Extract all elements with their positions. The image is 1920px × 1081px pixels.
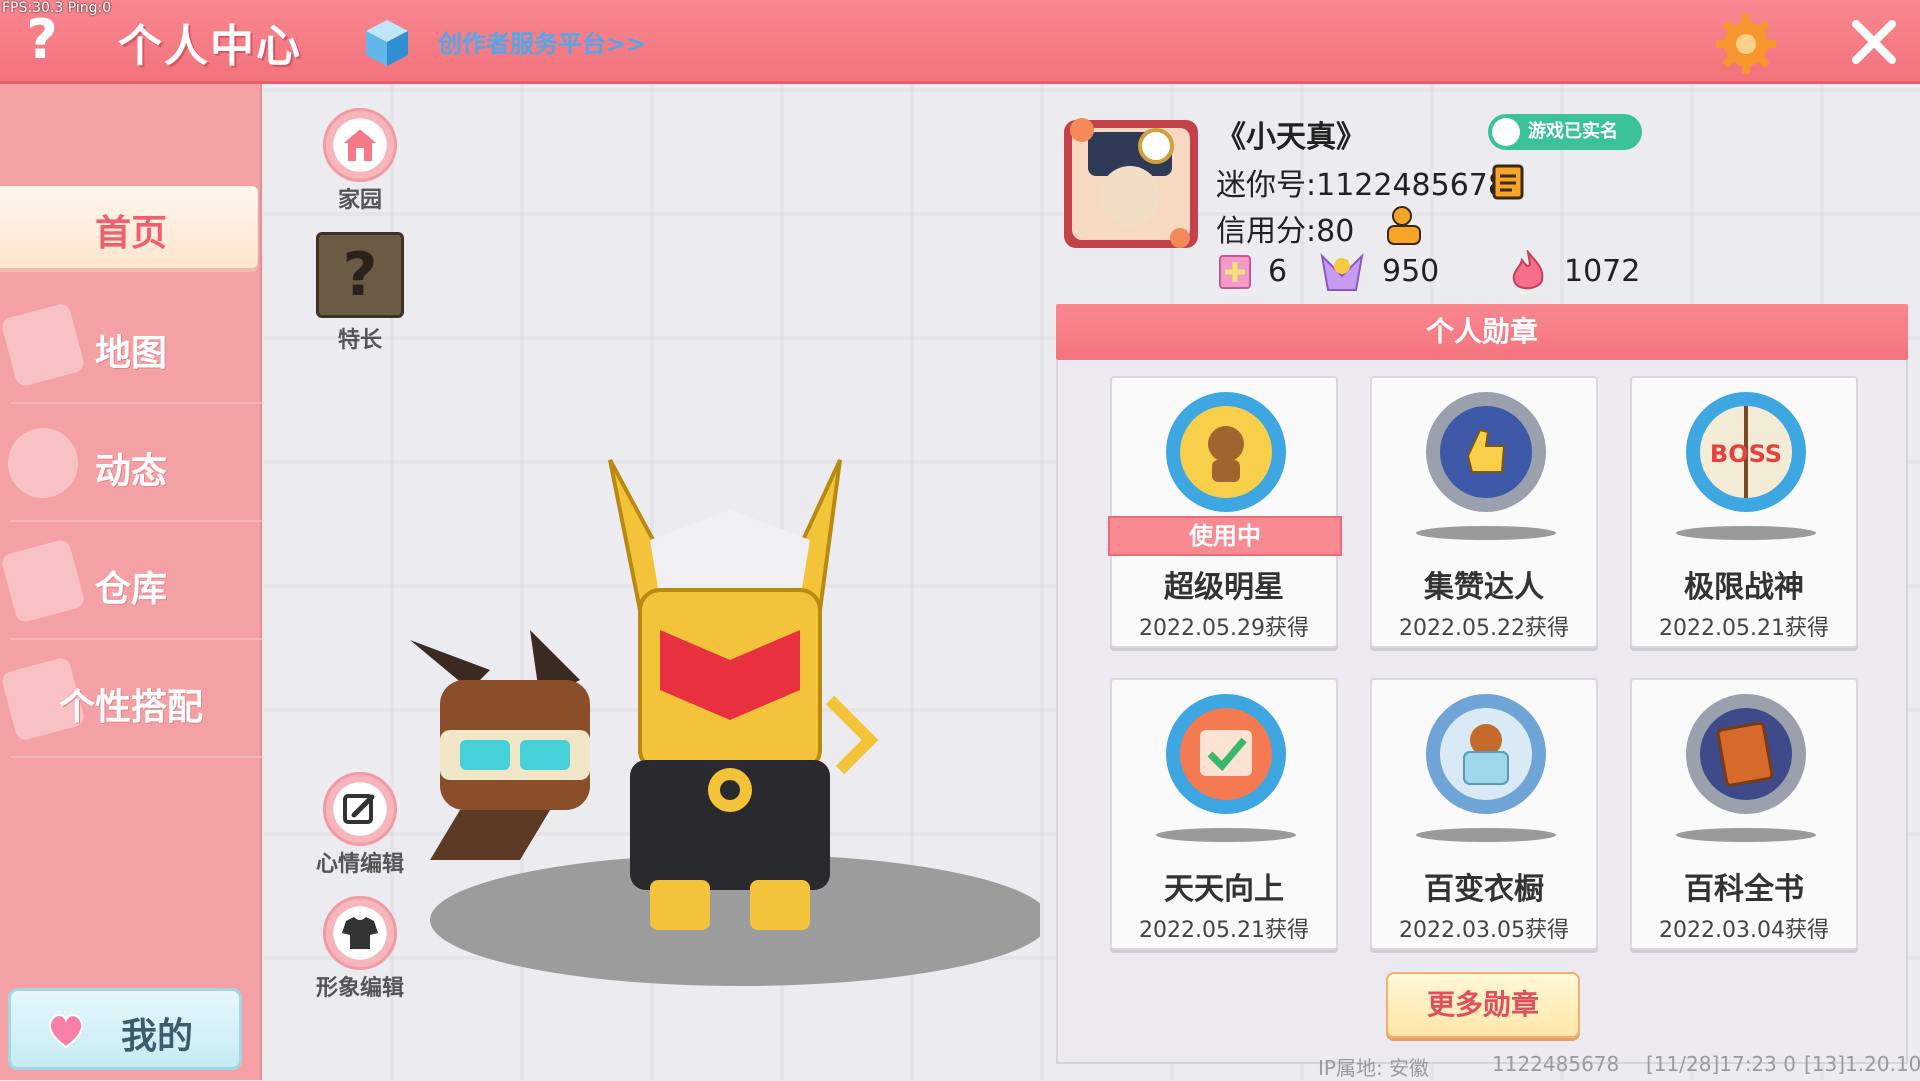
home-button[interactable]: 家园	[312, 108, 408, 214]
question-block-icon: ?	[316, 232, 404, 318]
avatar[interactable]	[1058, 112, 1204, 254]
verified-badge-label: 游戏已实名	[1528, 121, 1618, 142]
trophy-icon	[1320, 253, 1364, 291]
medal-name: 极限战神	[1684, 570, 1804, 605]
medal-date: 2022.05.21获得	[1139, 918, 1309, 943]
medal-card-boss[interactable]: BOSS 极限战神 2022.05.21获得	[1630, 376, 1858, 648]
likes-stat: 950	[1316, 250, 1440, 294]
house-icon	[323, 108, 397, 182]
heat-stat: 1072	[1508, 250, 1648, 294]
creator-platform-link[interactable]: 创作者服务平台>>	[438, 24, 646, 59]
book-medal-icon	[1686, 694, 1806, 814]
outfit-edit-icon	[323, 896, 397, 970]
medal-date: 2022.05.29获得	[1139, 616, 1309, 641]
sidebar-item-warehouse[interactable]: 仓库	[0, 530, 262, 640]
close-icon[interactable]	[1846, 12, 1902, 72]
sidebar-item-map[interactable]: 地图	[0, 294, 262, 404]
me-button[interactable]: 我的	[8, 988, 242, 1070]
medal-shadow	[1156, 828, 1296, 842]
medal-date: 2022.05.21获得	[1659, 616, 1829, 641]
heart-icon	[48, 1014, 84, 1049]
medal-card-superstar[interactable]: 使用中 超级明星 2022.05.29获得	[1108, 376, 1342, 648]
divider	[10, 402, 262, 404]
medal-name: 天天向上	[1164, 872, 1284, 907]
sidebar-item-home[interactable]: 首页	[0, 186, 258, 268]
medal-date: 2022.03.05获得	[1399, 918, 1569, 943]
medal-card-daily[interactable]: 天天向上 2022.05.21获得	[1110, 678, 1338, 950]
mini-id: 迷你号:1122485678	[1216, 168, 1507, 203]
help-button[interactable]: ?	[14, 10, 70, 70]
me-label: 我的	[121, 1016, 194, 1057]
friends-count: 6	[1268, 254, 1288, 289]
edit-icon	[323, 772, 397, 846]
divider	[10, 638, 262, 640]
talent-button[interactable]: ? 特长	[312, 232, 408, 354]
verified-badge: 游戏已实名	[1488, 114, 1642, 150]
footer-uid: 1122485678	[1492, 1052, 1620, 1076]
character-model	[410, 459, 1040, 986]
medal-date: 2022.05.22获得	[1399, 616, 1569, 641]
medal-name: 百变衣橱	[1424, 872, 1544, 907]
medal-name: 百科全书	[1684, 872, 1804, 907]
medal-header: 个人勋章	[1056, 304, 1908, 360]
likes-count: 950	[1382, 254, 1440, 289]
talent-label: 特长	[337, 328, 382, 353]
home-label: 家园	[337, 188, 382, 213]
boss-text-mark: BOSS	[1710, 440, 1782, 468]
friends-stat: 6	[1216, 250, 1296, 294]
calendar-medal-icon	[1166, 694, 1286, 814]
cube-icon	[366, 20, 408, 66]
in-use-badge: 使用中	[1108, 516, 1342, 556]
gift-icon	[1219, 255, 1251, 289]
footer-time: [11/28]17:23 0	[1646, 1052, 1796, 1076]
medal-date: 2022.03.04获得	[1659, 918, 1829, 943]
medal-shadow	[1416, 828, 1556, 842]
sidebar-item-label: 首页	[94, 213, 167, 254]
sidebar-item-label: 动态	[94, 451, 167, 492]
sidebar-item-label: 地图	[94, 333, 167, 374]
thumbs-up-medal-icon	[1426, 392, 1546, 512]
ip-location: IP属地: 安徽	[1318, 1056, 1430, 1080]
wardrobe-medal-icon	[1426, 694, 1546, 814]
nickname: 《小天真》	[1216, 120, 1366, 155]
more-medals-button[interactable]: 更多勋章	[1386, 972, 1580, 1038]
top-bar: FPS:30.3 Ping:0 ? 个人中心 创作者服务平台>>	[0, 0, 1920, 84]
sidebar-item-feed[interactable]: 动态	[0, 412, 262, 522]
pet-icon	[410, 630, 590, 860]
medal-shadow	[1676, 828, 1816, 842]
medal-name: 超级明星	[1164, 570, 1284, 605]
medal-name: 集赞达人	[1424, 570, 1544, 605]
flame-icon	[1512, 250, 1544, 290]
medal-card-wardrobe[interactable]: 百变衣橱 2022.03.05获得	[1370, 678, 1598, 950]
sidebar: 首页 地图 动态 仓库 个性搭配	[0, 84, 262, 1080]
gear-icon[interactable]	[1714, 12, 1778, 76]
sidebar-item-outfit[interactable]: 个性搭配	[0, 648, 262, 758]
superstar-medal-icon	[1166, 392, 1286, 512]
sidebar-item-label: 仓库	[94, 569, 167, 610]
medal-card-encyclopedia[interactable]: 百科全书 2022.03.04获得	[1630, 678, 1858, 950]
medal-card-likes[interactable]: 集赞达人 2022.05.22获得	[1370, 376, 1598, 648]
user-card-icon[interactable]	[1382, 204, 1426, 248]
medal-shadow	[1676, 526, 1816, 540]
divider	[10, 756, 262, 758]
medal-shadow	[1416, 526, 1556, 540]
sidebar-item-label: 个性搭配	[58, 687, 203, 728]
user-verified-icon	[1492, 118, 1520, 146]
credit-score: 信用分:80	[1216, 214, 1355, 249]
footer-version: [13]1.20.10	[1804, 1052, 1920, 1076]
copy-icon[interactable]	[1490, 162, 1530, 202]
heat-count: 1072	[1564, 254, 1641, 289]
boss-medal-icon: BOSS	[1686, 392, 1806, 512]
page-title: 个人中心	[118, 21, 302, 72]
divider	[10, 520, 262, 522]
